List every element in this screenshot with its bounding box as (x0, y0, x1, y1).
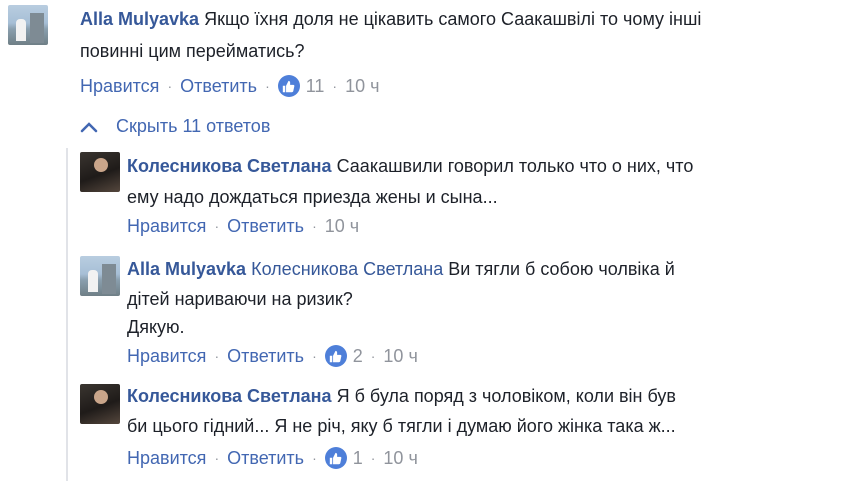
reply-author[interactable]: Alla Mulyavka (127, 259, 246, 279)
reply-text-line: Alla Mulyavka Колесникова Светлана Ви тя… (127, 255, 675, 283)
separator: · (214, 218, 220, 234)
avatar[interactable] (8, 5, 48, 45)
reply-text-line-2: ему надо дождаться приезда жены и сына..… (127, 187, 498, 207)
separator: · (370, 348, 376, 364)
separator: · (265, 78, 270, 94)
reply-text: Я б була поряд з чоловіком, коли він був (336, 386, 676, 406)
reply-button[interactable]: Ответить (227, 344, 304, 368)
reply-actions: Нравится · Ответить · 2 · 10 ч (127, 344, 418, 368)
timestamp[interactable]: 10 ч (383, 446, 417, 470)
like-count[interactable]: 11 (306, 74, 325, 98)
reply-text-line-3: Дякую. (127, 317, 185, 337)
reply-text-line-2: би цього гідний... Я не річ, яку б тягли… (127, 416, 676, 436)
avatar[interactable] (80, 152, 120, 192)
timestamp[interactable]: 10 ч (345, 74, 379, 98)
like-button[interactable]: Нравится (80, 74, 159, 98)
timestamp[interactable]: 10 ч (383, 344, 417, 368)
comment-actions: Нравится · Ответить · 11 · 10 ч (80, 74, 380, 98)
separator: · (312, 450, 317, 466)
thumbs-up-icon[interactable] (277, 75, 300, 97)
comment-author[interactable]: Alla Mulyavka (80, 9, 199, 29)
chevron-up-icon (80, 121, 98, 132)
reply-author[interactable]: Колесникова Светлана (127, 156, 332, 176)
reply-author[interactable]: Колесникова Светлана (127, 386, 332, 406)
comment-text-line-2: повинні цим перейматись? (80, 41, 305, 61)
comment-text-line: Alla Mulyavka Якщо їхня доля не цікавить… (80, 5, 701, 33)
reply-actions: Нравится · Ответить · 1 · 10 ч (127, 446, 418, 470)
avatar[interactable] (80, 384, 120, 424)
separator: · (312, 218, 317, 234)
hide-replies-button[interactable]: Скрыть 11 ответов (80, 116, 270, 137)
reply-text-line: Колесникова Светлана Саакашвили говорил … (127, 152, 693, 180)
like-button[interactable]: Нравится (127, 446, 206, 470)
reply-text-line-2: дітей нариваючи на ризик? (127, 289, 353, 309)
reply-actions: Нравится · Ответить · 10 ч (127, 214, 359, 238)
avatar[interactable] (80, 256, 120, 296)
comment-text: Якщо їхня доля не цікавить самого Саакаш… (204, 9, 702, 29)
like-count[interactable]: 1 (353, 446, 363, 470)
reply-button[interactable]: Ответить (227, 214, 304, 238)
replies-thread-line (66, 148, 68, 481)
thumbs-up-icon[interactable] (324, 345, 347, 367)
separator: · (312, 348, 317, 364)
reply-text: Саакашвили говорил только что о них, что (336, 156, 694, 176)
separator: · (214, 348, 220, 364)
separator: · (332, 78, 338, 94)
reply-button[interactable]: Ответить (227, 446, 304, 470)
mention-link[interactable]: Колесникова Светлана (251, 259, 443, 279)
like-count[interactable]: 2 (353, 344, 363, 368)
hide-replies-label: Скрыть 11 ответов (116, 116, 271, 136)
reply-text-line: Колесникова Светлана Я б була поряд з чо… (127, 382, 676, 410)
reply-button[interactable]: Ответить (180, 74, 257, 98)
reply-text: Ви тягли б собою чолвіка й (448, 259, 675, 279)
thumbs-up-icon[interactable] (324, 447, 347, 469)
separator: · (167, 78, 173, 94)
like-button[interactable]: Нравится (127, 214, 206, 238)
separator: · (214, 450, 220, 466)
separator: · (370, 450, 376, 466)
like-button[interactable]: Нравится (127, 344, 206, 368)
timestamp[interactable]: 10 ч (325, 214, 359, 238)
